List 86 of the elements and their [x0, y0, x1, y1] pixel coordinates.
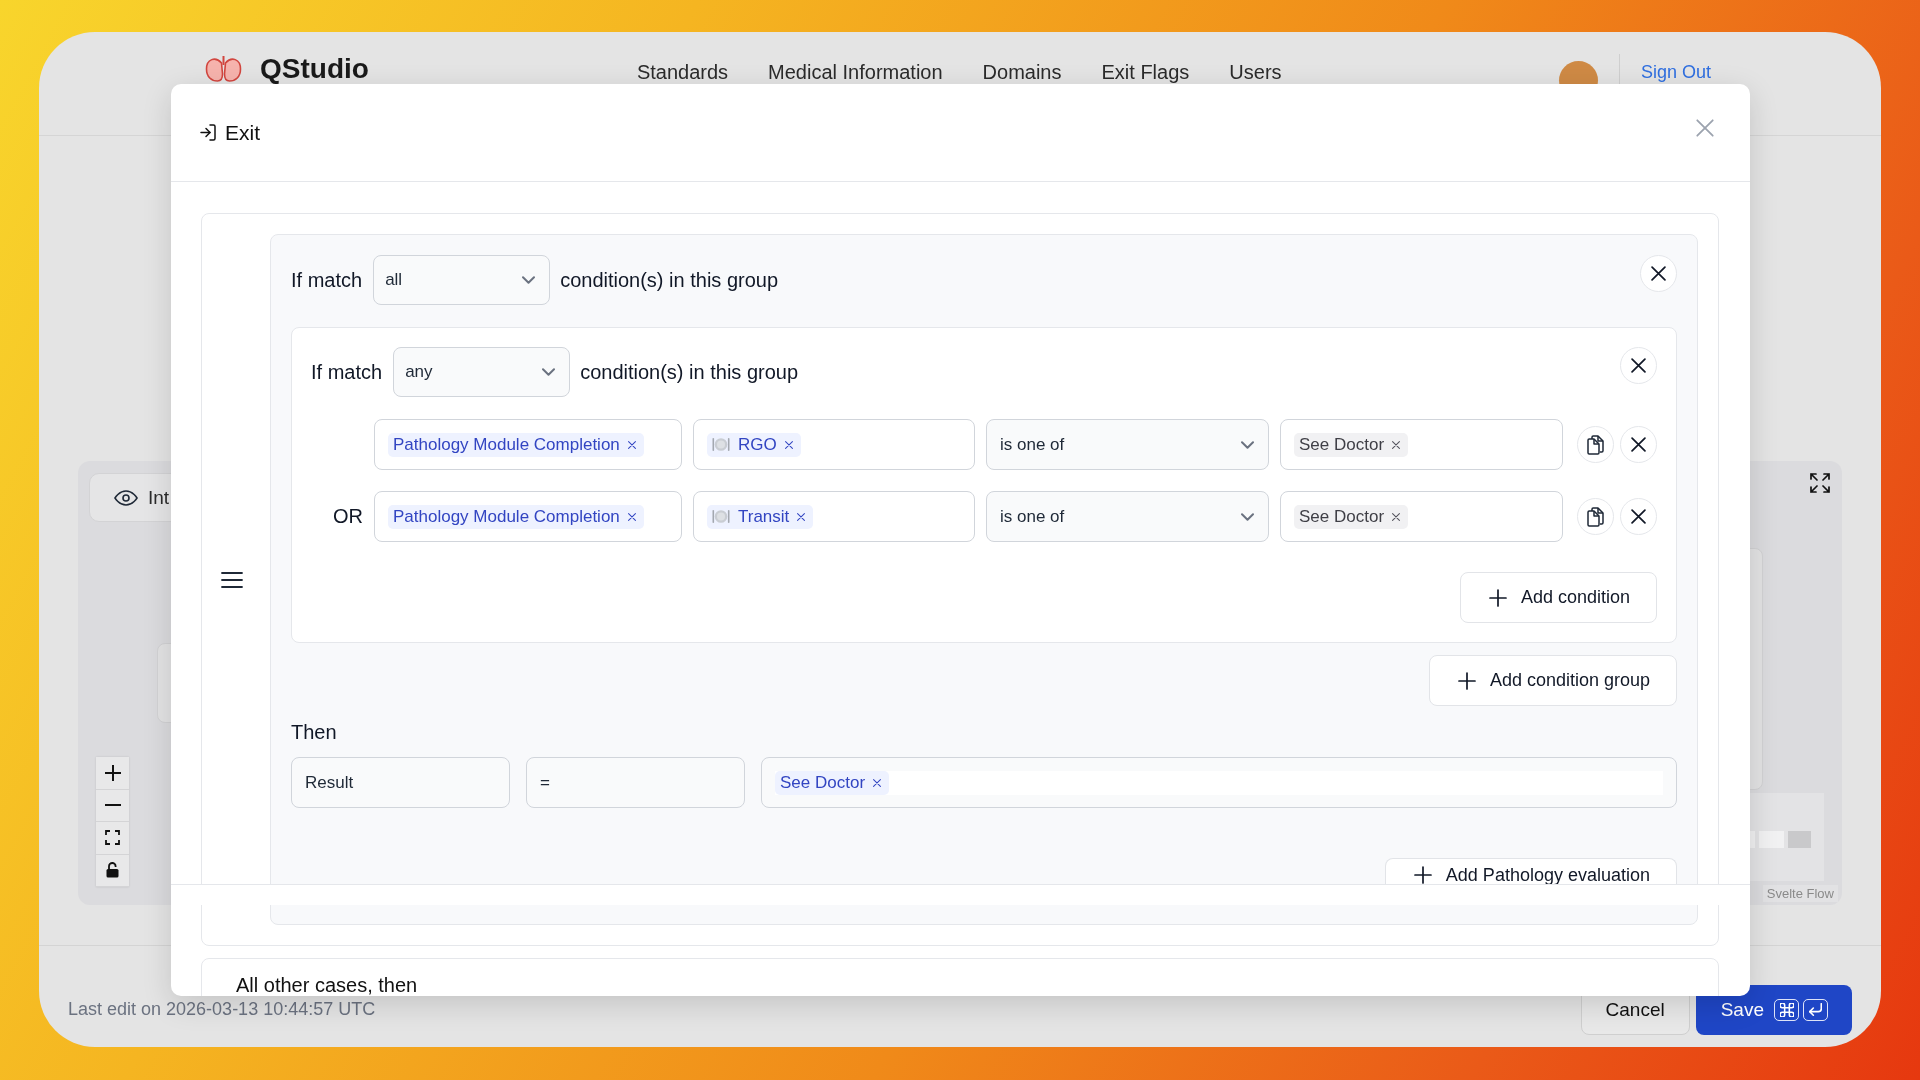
item-select[interactable]: RGO [693, 419, 975, 470]
minimap-node [1788, 831, 1811, 848]
app-name: QStudio [260, 54, 369, 83]
operator-field[interactable]: = [526, 757, 745, 808]
remove-group-button[interactable] [1620, 347, 1657, 384]
expand-icon[interactable] [1810, 473, 1830, 493]
chevron-down-icon [1241, 512, 1254, 521]
nav-link[interactable]: Users [1229, 61, 1282, 84]
logo-icon [205, 55, 242, 82]
operator-select[interactable]: is one of [986, 491, 1269, 542]
connector-label: OR [333, 505, 363, 528]
nav-link[interactable]: Medical Information [768, 61, 943, 84]
remove-icon[interactable] [1392, 440, 1401, 449]
match-label: If match [291, 268, 363, 292]
tag-label: See Doctor [1299, 506, 1385, 527]
remove-icon[interactable] [627, 512, 636, 521]
chevron-down-icon [542, 368, 556, 376]
tag-label: Pathology Module Completion [393, 506, 620, 527]
zoom-out-button[interactable] [96, 789, 129, 822]
chevron-down-icon [1241, 440, 1254, 449]
tag-label: RGO [738, 434, 777, 455]
operator-select[interactable]: is one of [986, 419, 1269, 470]
cutlery-icon [712, 437, 730, 452]
tag-label: Transit [738, 506, 790, 527]
match-select[interactable]: all [373, 255, 551, 305]
enter-icon [200, 124, 216, 141]
remove-condition-button[interactable] [1620, 426, 1657, 463]
plus-icon [1457, 671, 1476, 690]
fallback-label: All other cases, then [236, 975, 419, 995]
plus-icon [104, 764, 121, 781]
sign-out-link[interactable]: Sign Out [1640, 62, 1711, 83]
copy-icon [1587, 434, 1604, 455]
remove-icon[interactable] [784, 440, 793, 449]
remove-condition-button[interactable] [1620, 498, 1657, 535]
result-value-field[interactable]: See Doctor [761, 757, 1677, 808]
match-label: If match [311, 360, 383, 384]
plus-icon [1488, 588, 1507, 607]
close-icon [1631, 509, 1646, 524]
close-icon [1631, 437, 1646, 452]
field-select[interactable]: Pathology Module Completion [374, 491, 682, 542]
chevron-down-icon [522, 276, 536, 284]
fit-view-button[interactable] [96, 822, 129, 855]
nav-link[interactable]: Standards [636, 61, 729, 84]
close-icon [1651, 266, 1666, 281]
plus-icon [1413, 866, 1432, 884]
then-label: Then [291, 720, 338, 744]
match-select[interactable]: any [393, 347, 571, 397]
group-description: condition(s) in this group [580, 360, 799, 384]
zoom-in-button[interactable] [96, 757, 129, 790]
eye-icon [114, 489, 138, 506]
padlock-icon [106, 862, 119, 879]
nav-link[interactable]: Domains [982, 61, 1062, 84]
fit-view-icon [105, 830, 120, 846]
target-field[interactable]: Result [291, 757, 510, 808]
close-icon [1631, 358, 1646, 373]
remove-icon[interactable] [873, 778, 882, 787]
tag-label: See Doctor [1299, 434, 1385, 455]
tag-label: Pathology Module Completion [393, 434, 620, 455]
tag-label: See Doctor [780, 772, 866, 793]
command-key-icon [1774, 998, 1799, 1021]
value-select[interactable]: See Doctor [1280, 419, 1563, 470]
minimap-node [1759, 831, 1784, 848]
add-group-button[interactable]: Add condition group [1428, 655, 1677, 706]
save-button[interactable]: Save [1695, 984, 1852, 1035]
menu-icon[interactable] [221, 571, 243, 588]
remove-icon[interactable] [797, 512, 806, 521]
add-evaluation-button[interactable]: Add Pathology evaluation [1384, 858, 1677, 885]
remove-icon[interactable] [627, 440, 636, 449]
item-select[interactable]: Transit [693, 491, 975, 542]
remove-icon[interactable] [1392, 512, 1401, 521]
nav-link[interactable]: Exit Flags [1101, 61, 1190, 84]
minus-icon [104, 804, 121, 807]
value-select[interactable]: See Doctor [1280, 491, 1563, 542]
last-edit-text: Last edit on 2026-03-13 10:44:57 UTC [68, 999, 376, 1020]
add-condition-button[interactable]: Add condition [1459, 572, 1657, 623]
duplicate-button[interactable] [1577, 426, 1614, 463]
field-select[interactable]: Pathology Module Completion [374, 419, 682, 470]
lock-button[interactable] [96, 854, 129, 887]
duplicate-button[interactable] [1577, 498, 1614, 535]
group-description: condition(s) in this group [560, 268, 779, 292]
return-key-icon [1803, 998, 1828, 1021]
copy-icon [1587, 506, 1604, 527]
close-icon [1696, 118, 1714, 137]
cutlery-icon [712, 509, 730, 524]
remove-group-button[interactable] [1640, 255, 1677, 292]
dialog-title: Exit [225, 120, 260, 145]
